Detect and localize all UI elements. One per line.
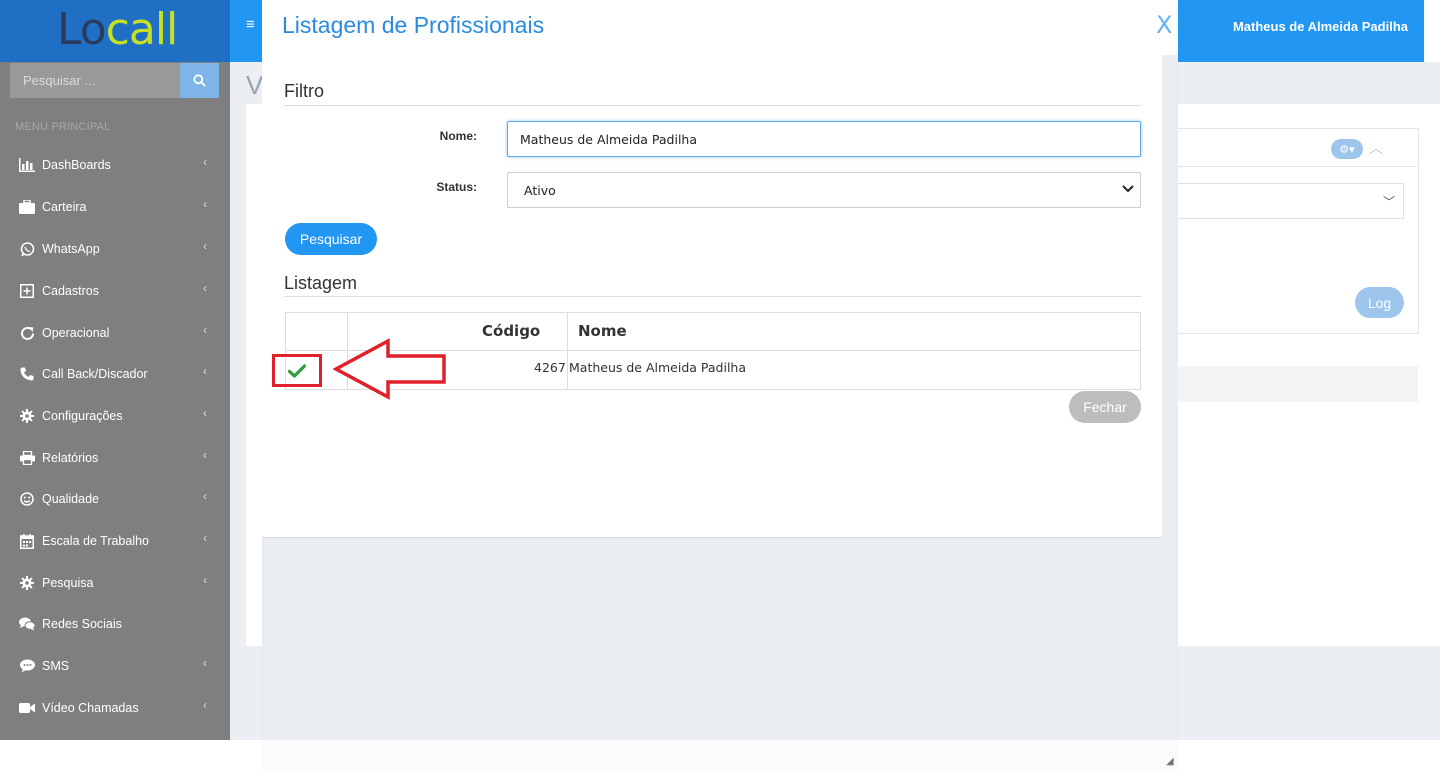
bar-chart-icon: [19, 157, 35, 173]
chevron-left-icon: ‹: [203, 698, 207, 712]
status-select[interactable]: Ativo: [507, 172, 1141, 208]
sidebar-item-label: Configurações: [42, 409, 123, 423]
status-selected-value: Ativo: [524, 183, 556, 198]
sidebar-item-label: Pesquisa: [42, 576, 94, 590]
sidebar-item-label: Qualidade: [42, 492, 99, 506]
page-title: V: [246, 70, 264, 100]
modal-footer-strip: [262, 740, 1178, 770]
printer-icon: [19, 450, 35, 466]
chevron-left-icon: ‹: [203, 155, 207, 169]
sidebar-item-video-chamadas[interactable]: Vídeo Chamadas ‹: [0, 688, 230, 729]
sidebar-item-sms[interactable]: SMS ‹: [0, 646, 230, 687]
chat-icon: [19, 658, 35, 674]
briefcase-icon: [19, 199, 35, 215]
menu-header: MENU PRINCIPAL: [15, 121, 111, 133]
name-field[interactable]: [507, 121, 1141, 157]
chevron-left-icon: ‹: [203, 406, 207, 420]
background-table-row: [1175, 366, 1418, 402]
sidebar-item-operacional[interactable]: Operacional ‹: [0, 313, 230, 354]
chevron-up-icon[interactable]: ︿: [1369, 138, 1383, 158]
refresh-icon: [19, 325, 35, 341]
sidebar-item-dashboards[interactable]: DashBoards ‹: [0, 145, 230, 186]
sidebar-search-input[interactable]: [10, 63, 180, 98]
sidebar-item-qualidade[interactable]: Qualidade ‹: [0, 479, 230, 520]
filter-box-divider: [1175, 166, 1419, 167]
sidebar-item-label: Redes Sociais: [42, 617, 122, 631]
name-label: Nome:: [439, 129, 477, 143]
gear-icon: [19, 575, 35, 591]
sidebar-item-redes-sociais[interactable]: Redes Sociais: [0, 604, 230, 645]
sidebar-item-label: WhatsApp: [42, 242, 100, 256]
gear-icon: [19, 408, 35, 424]
chevron-down-icon: [1122, 182, 1134, 196]
close-button[interactable]: Fechar: [1069, 391, 1141, 423]
app-logo[interactable]: Locall: [57, 3, 178, 57]
chevron-left-icon: ‹: [203, 281, 207, 295]
sidebar-item-label: SMS: [42, 659, 70, 673]
chevron-left-icon: ‹: [203, 448, 207, 462]
chevron-down-icon: ﹀: [1382, 195, 1395, 209]
sidebar-item-label: Operacional: [42, 326, 110, 340]
list-section-title: Listagem: [284, 273, 358, 293]
video-camera-icon: [19, 700, 35, 716]
chevron-left-icon: ‹: [203, 239, 207, 253]
sidebar-item-label: Carteira: [42, 200, 87, 214]
sidebar-item-label: Escala de Trabalho: [42, 534, 150, 548]
user-name[interactable]: Matheus de Almeida Padilha: [1233, 19, 1408, 34]
sidebar-item-whatsapp[interactable]: WhatsApp ‹: [0, 229, 230, 270]
chevron-left-icon: ‹: [203, 364, 207, 378]
sidebar-item-call-back[interactable]: Call Back/Discador ‹: [0, 354, 230, 395]
checkmark-icon: [288, 363, 306, 378]
sidebar-item-label: Call Back/Discador: [42, 367, 148, 381]
row-code-cell: 4267: [534, 360, 566, 375]
sidebar-item-label: DashBoards: [42, 158, 111, 172]
sidebar-item-relatorios[interactable]: Relatórios ‹: [0, 438, 230, 479]
modal-title: Listagem de Profissionais: [282, 12, 545, 38]
plus-square-icon: [19, 283, 35, 299]
chevron-left-icon: ‹: [203, 573, 207, 587]
sidebar-search: [10, 63, 219, 98]
red-arrow-annotation: [333, 338, 446, 400]
chevron-left-icon: ‹: [203, 656, 207, 670]
logo-area: Locall: [0, 0, 230, 62]
chevron-left-icon: ‹: [203, 323, 207, 337]
table-column-divider: [567, 312, 568, 390]
sidebar-item-escala[interactable]: Escala de Trabalho ‹: [0, 521, 230, 562]
background-select[interactable]: ﹀: [1175, 183, 1404, 219]
sidebar-item-pesquisa[interactable]: Pesquisa ‹: [0, 563, 230, 604]
section-divider: [284, 105, 1141, 106]
comments-icon: [19, 616, 35, 632]
chevron-left-icon: ‹: [203, 531, 207, 545]
filter-section-title: Filtro: [284, 81, 324, 101]
search-button[interactable]: Pesquisar: [285, 223, 377, 255]
sidebar-item-label: Relatórios: [42, 451, 99, 465]
log-button[interactable]: Log: [1355, 287, 1404, 318]
column-header-codigo[interactable]: Código: [482, 322, 540, 340]
sidebar-item-cadastros[interactable]: Cadastros ‹: [0, 271, 230, 312]
row-name-cell: Matheus de Almeida Padilha: [569, 360, 746, 375]
gear-dropdown-icon[interactable]: ⚙▾: [1331, 139, 1363, 159]
phone-icon: [19, 366, 35, 382]
menu-toggle-icon[interactable]: ≡: [246, 16, 255, 33]
smile-icon: [19, 491, 35, 507]
column-header-nome[interactable]: Nome: [578, 322, 627, 340]
sidebar-search-button[interactable]: [180, 63, 219, 98]
section-divider: [284, 296, 1141, 297]
select-row-button[interactable]: [272, 354, 322, 387]
status-label: Status:: [436, 180, 477, 194]
whatsapp-icon: [19, 241, 35, 257]
sidebar-item-label: Vídeo Chamadas: [42, 701, 139, 715]
calendar-icon: [19, 533, 35, 549]
chevron-left-icon: ‹: [203, 197, 207, 211]
sidebar-item-label: Cadastros: [42, 284, 99, 298]
close-icon[interactable]: X: [1156, 11, 1172, 39]
sidebar-item-configuracoes[interactable]: Configurações ‹: [0, 396, 230, 437]
resize-handle-icon[interactable]: ◢: [1166, 756, 1174, 767]
chevron-left-icon: ‹: [203, 489, 207, 503]
sidebar-item-carteira[interactable]: Carteira ‹: [0, 187, 230, 228]
search-icon: [193, 74, 206, 87]
